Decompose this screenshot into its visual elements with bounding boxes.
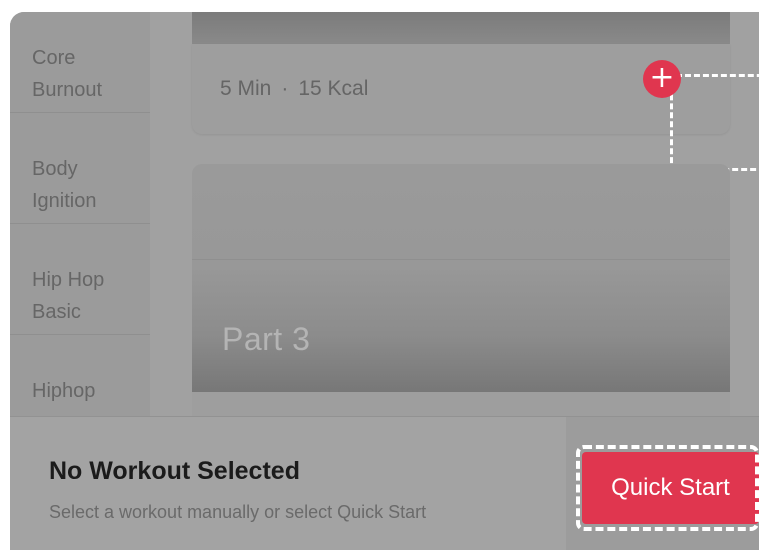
- quick-start-highlight: [576, 445, 759, 531]
- workout-duration: 5 Min: [220, 77, 272, 100]
- plus-icon: +: [649, 60, 675, 95]
- workout-card-meta: 5 Min · 15 Kcal: [220, 77, 368, 101]
- add-workout-button[interactable]: +: [643, 60, 681, 98]
- bottom-selection-bar: No Workout Selected Select a workout man…: [10, 416, 759, 550]
- app-window: Core Burnout Body Ignition Hip Hop Basic…: [10, 12, 759, 550]
- part-card-divider: [192, 259, 730, 260]
- meta-separator: ·: [281, 77, 289, 100]
- add-button-highlight: [670, 74, 759, 171]
- sidebar-item-label-line2: Basic: [32, 301, 81, 323]
- sidebar-item-label-line1: Hip Hop: [32, 269, 105, 291]
- sidebar-item-hip-hop-basic[interactable]: Hip Hop Basic: [10, 224, 150, 335]
- sidebar-item-label-line1: Core: [32, 47, 76, 69]
- selection-status-title: No Workout Selected: [49, 457, 300, 485]
- workout-calories: 15 Kcal: [298, 77, 369, 100]
- category-sidebar: Core Burnout Body Ignition Hip Hop Basic…: [10, 12, 150, 416]
- sidebar-item-label-line1: Hiphop: [32, 380, 96, 402]
- sidebar-item-label-line2: Ignition: [32, 190, 97, 212]
- workout-card-image: [192, 12, 730, 45]
- sidebar-item-core-burnout[interactable]: Core Burnout: [10, 12, 150, 113]
- selection-status-subtitle: Select a workout manually or select Quic…: [49, 502, 427, 522]
- part-card[interactable]: Part 3: [192, 164, 730, 392]
- sidebar-item-label-line2: Burnout: [32, 79, 103, 101]
- part-card-title: Part 3: [222, 321, 311, 357]
- part-card-footer: [192, 392, 730, 416]
- sidebar-item-label-line1: Body: [32, 158, 78, 180]
- sidebar-item-body-ignition[interactable]: Body Ignition: [10, 113, 150, 224]
